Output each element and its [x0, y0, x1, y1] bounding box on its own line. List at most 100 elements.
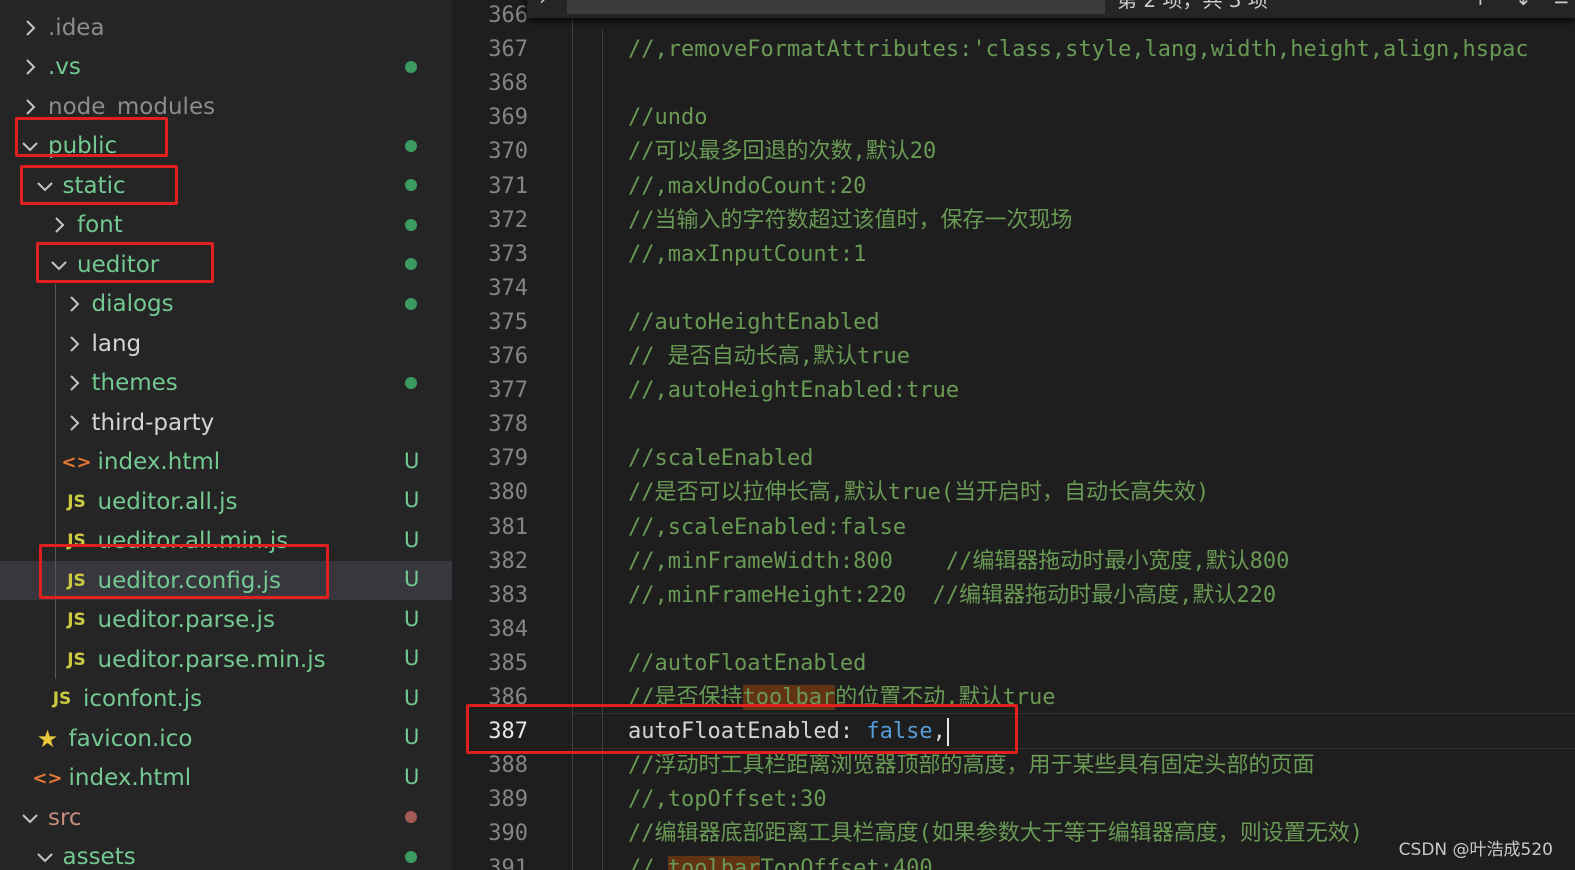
- explorer-file[interactable]: JS iconfont.js U: [0, 680, 452, 719]
- selection-filter-icon[interactable]: ≡: [1553, 0, 1570, 10]
- explorer-folder[interactable]: lang: [0, 324, 452, 363]
- code-line[interactable]: //浮动时工具栏距离浏览器顶部的高度，用于某些具有固定头部的页面: [628, 749, 1315, 783]
- line-number: 377: [488, 378, 528, 404]
- line-number: 371: [488, 173, 528, 199]
- line-number: 370: [488, 139, 528, 165]
- code-line[interactable]: //是否可以拉伸长高,默认true(当开启时，自动长高失效): [628, 476, 1209, 510]
- explorer-file[interactable]: ★ favicon.ico U: [0, 719, 452, 758]
- chevron-right-icon[interactable]: ›: [539, 0, 547, 10]
- git-status-untracked: U: [404, 606, 420, 631]
- chevron-right-icon: [64, 294, 84, 314]
- explorer-item-label: favicon.ico: [68, 725, 193, 752]
- code-line[interactable]: //,topOffset:30: [628, 783, 827, 817]
- explorer-item-label: lang: [91, 330, 142, 357]
- explorer-item-label: .idea: [48, 14, 105, 41]
- git-status-untracked: U: [404, 646, 420, 670]
- explorer-folder[interactable]: .idea: [0, 8, 452, 47]
- explorer-folder[interactable]: src: [0, 798, 452, 837]
- code-line[interactable]: //,scaleEnabled:false: [628, 511, 906, 545]
- explorer-folder[interactable]: assets: [0, 838, 452, 870]
- git-status-dot: [405, 218, 417, 231]
- chevron-right-icon: [49, 215, 69, 235]
- code-line[interactable]: //,removeFormatAttributes:'class,style,l…: [628, 33, 1529, 67]
- html-file-icon: <>: [61, 451, 92, 473]
- code-comment: TopOffset:400: [760, 855, 933, 870]
- explorer-item-label: ueditor.parse.js: [97, 607, 275, 633]
- chevron-right-icon: [20, 57, 40, 77]
- next-match-icon[interactable]: ↓: [1515, 0, 1532, 10]
- star-icon: ★: [36, 724, 59, 753]
- git-status-dot: [405, 297, 417, 310]
- annotation-box-config-file: [39, 544, 329, 599]
- javascript-file-icon: JS: [67, 491, 86, 512]
- git-status-untracked: U: [404, 488, 420, 512]
- code-line[interactable]: //scaleEnabled: [628, 442, 813, 476]
- explorer-item-label: assets: [62, 844, 136, 870]
- chevron-right-icon: [64, 373, 84, 393]
- explorer-file[interactable]: <> index.html U: [0, 759, 452, 798]
- code-line[interactable]: //undo: [628, 101, 707, 135]
- find-input[interactable]: toolbar Aa ⊟ ▮: [567, 0, 1105, 14]
- explorer-file[interactable]: JS ueditor.all.js U: [0, 482, 452, 521]
- git-status-untracked: U: [404, 725, 420, 749]
- code-line[interactable]: //,minFrameHeight:220 //编辑器拖动时最小高度,默认220: [628, 579, 1276, 613]
- explorer-item-label: index.html: [97, 449, 221, 475]
- annotation-box-ueditor: [36, 242, 214, 283]
- explorer-item-label: node_modules: [48, 93, 216, 120]
- code-line[interactable]: // 是否自动长高,默认true: [628, 340, 910, 374]
- git-status-untracked: U: [404, 567, 420, 591]
- code-line[interactable]: //,minFrameWidth:800 //编辑器拖动时最小宽度,默认800: [628, 545, 1289, 579]
- line-number: 366: [488, 3, 528, 28]
- explorer-file[interactable]: JS ueditor.parse.min.js U: [0, 640, 452, 679]
- line-number: 391: [488, 855, 528, 870]
- explorer-item-label: index.html: [68, 765, 192, 791]
- code-line[interactable]: //编辑器底部距离工具栏高度(如果参数大于等于编辑器高度，则设置无效): [628, 817, 1363, 851]
- chevron-right-icon: [64, 413, 84, 433]
- line-number: 367: [488, 37, 528, 63]
- line-number: 383: [488, 582, 528, 608]
- line-number: 389: [488, 787, 528, 813]
- explorer-item-label: iconfont.js: [83, 686, 203, 712]
- explorer-folder[interactable]: third-party: [0, 403, 452, 442]
- chevron-down-icon: [20, 808, 40, 828]
- git-status-dot: [405, 60, 417, 73]
- line-number: 385: [488, 650, 528, 676]
- previous-match-icon[interactable]: ↑: [1472, 0, 1489, 10]
- code-line[interactable]: //,autoHeightEnabled:true: [628, 374, 959, 408]
- git-status-dot: [405, 376, 417, 389]
- git-status-untracked: U: [404, 764, 420, 789]
- line-number: 373: [488, 241, 528, 267]
- git-status-untracked: U: [404, 527, 420, 552]
- explorer-folder[interactable]: font: [0, 206, 452, 245]
- code-line[interactable]: //,toolbarTopOffset:400: [628, 852, 933, 870]
- explorer-folder[interactable]: themes: [0, 364, 452, 403]
- code-line[interactable]: //autoFloatEnabled: [628, 647, 866, 681]
- code-line[interactable]: //,maxUndoCount:20: [628, 170, 866, 204]
- line-number: 374: [488, 275, 528, 301]
- explorer-item-label: src: [48, 804, 82, 831]
- git-status-dot: [405, 179, 417, 191]
- line-number: 379: [488, 446, 528, 472]
- tree-indent-guide: [55, 284, 56, 679]
- code-line[interactable]: //autoHeightEnabled: [628, 306, 880, 340]
- javascript-file-icon: JS: [67, 649, 86, 670]
- html-file-icon: <>: [32, 767, 63, 789]
- line-number: 390: [488, 821, 528, 847]
- line-number: 388: [488, 753, 528, 779]
- explorer-file[interactable]: JS ueditor.parse.js U: [0, 601, 452, 640]
- line-number: 381: [488, 514, 528, 540]
- line-number: 382: [488, 548, 528, 574]
- line-number: 368: [488, 71, 528, 97]
- javascript-file-icon: JS: [52, 689, 72, 709]
- explorer-file[interactable]: <> index.html U: [0, 443, 452, 482]
- code-line[interactable]: //可以最多回退的次数,默认20: [628, 135, 936, 169]
- explorer-folder[interactable]: .vs: [0, 48, 452, 87]
- explorer-folder[interactable]: dialogs: [0, 285, 452, 324]
- code-line[interactable]: //,maxInputCount:1: [628, 238, 866, 272]
- find-result-count: 第 2 项，共 3 项: [1117, 0, 1268, 12]
- line-number: 376: [488, 344, 528, 369]
- javascript-file-icon: JS: [67, 610, 86, 630]
- git-status-dot: [405, 139, 417, 152]
- explorer-item-label: ueditor.parse.min.js: [97, 646, 326, 673]
- code-line[interactable]: //当输入的字符数超过该值时，保存一次现场: [628, 204, 1073, 238]
